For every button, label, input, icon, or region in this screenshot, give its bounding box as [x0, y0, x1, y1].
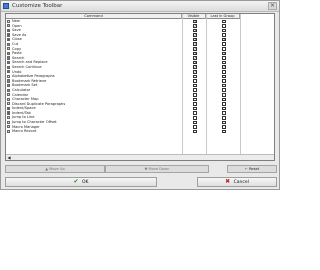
last-in-group-checkbox[interactable]: [222, 74, 226, 79]
command-label: Macro Record: [12, 129, 37, 134]
copy-icon: [7, 47, 11, 51]
undo-icon: [7, 70, 11, 74]
dialog-actions: ✔ OK ✖ Cancel: [5, 177, 277, 187]
search-continue-icon: [7, 65, 11, 69]
last-in-group-checkbox[interactable]: ✓: [222, 37, 226, 41]
visible-checkbox[interactable]: [193, 115, 197, 120]
last-in-group-checkbox[interactable]: [222, 19, 226, 24]
last-in-group-checkbox[interactable]: [222, 111, 226, 115]
visible-checkbox[interactable]: ✓: [193, 42, 197, 46]
visible-checkbox[interactable]: ✓: [193, 28, 197, 32]
jump-line-icon: [7, 116, 11, 120]
cancel-label: Cancel: [233, 180, 249, 185]
last-in-group-checkbox[interactable]: [222, 79, 226, 83]
visible-checkbox[interactable]: [193, 106, 197, 111]
last-in-group-checkbox[interactable]: [222, 47, 226, 51]
character-map-icon: [7, 97, 11, 101]
visible-checkbox[interactable]: ✓: [193, 70, 197, 74]
discard-duplicates-icon: [7, 102, 11, 106]
cancel-button[interactable]: ✖ Cancel: [197, 177, 277, 187]
jump-offset-icon: [7, 120, 11, 124]
bookmark-set-icon: [7, 83, 11, 88]
dialog-title: Customize Toolbar: [12, 3, 63, 9]
visible-checkbox[interactable]: [193, 93, 197, 97]
command-rows: New ✓ Open ✓ Save ✓ Save As ✓ Close ✓ ✓ Cut ✓ Copy ✓ Pa…: [6, 19, 274, 134]
last-in-group-checkbox[interactable]: [222, 97, 226, 102]
visible-checkbox[interactable]: ✓: [193, 37, 197, 41]
last-in-group-checkbox[interactable]: [222, 120, 226, 125]
title-bar[interactable]: Customize Toolbar ×: [1, 1, 279, 12]
last-in-group-checkbox[interactable]: [222, 88, 226, 92]
last-in-group-checkbox[interactable]: [222, 60, 226, 65]
indent-space-icon: [7, 106, 11, 111]
last-in-group-checkbox[interactable]: [222, 83, 226, 88]
cut-icon: [7, 42, 11, 46]
app-icon: [3, 3, 9, 9]
last-in-group-checkbox[interactable]: [222, 106, 226, 111]
visible-checkbox[interactable]: ✓: [193, 51, 197, 55]
alphabetize-icon: [7, 74, 11, 78]
checkmark-icon: ✔: [73, 178, 79, 185]
last-in-group-checkbox[interactable]: [222, 56, 226, 60]
last-in-group-checkbox[interactable]: [222, 93, 226, 97]
visible-checkbox[interactable]: [193, 129, 197, 134]
last-in-group-checkbox[interactable]: [222, 28, 226, 33]
new-file-icon: [7, 19, 11, 23]
horizontal-scrollbar[interactable]: ◀: [6, 154, 274, 160]
last-in-group-checkbox[interactable]: [222, 33, 226, 37]
table-row[interactable]: Macro Record: [6, 129, 274, 134]
last-in-group-checkbox[interactable]: [222, 115, 226, 120]
move-button-row: ▲ Move Up ▼ Move Down ← Reset: [5, 165, 277, 173]
open-folder-icon: [7, 24, 11, 28]
reset-label: Reset: [249, 167, 260, 171]
visible-checkbox[interactable]: ✓: [193, 33, 197, 37]
visible-checkbox[interactable]: [193, 111, 197, 115]
move-down-button[interactable]: ▼ Move Down: [105, 165, 209, 173]
move-up-button[interactable]: ▲ Move Up: [5, 165, 105, 173]
last-in-group-checkbox[interactable]: [222, 70, 226, 74]
reset-arrow-icon: ←: [244, 167, 248, 171]
close-button[interactable]: ×: [268, 2, 277, 10]
visible-checkbox[interactable]: [193, 120, 197, 125]
paste-icon: [7, 51, 11, 55]
visible-checkbox[interactable]: [193, 125, 197, 129]
visible-checkbox[interactable]: [193, 74, 197, 79]
macro-record-icon: [7, 129, 11, 134]
bookmark-retrieve-icon: [7, 79, 11, 83]
indent-tab-icon: [7, 111, 11, 115]
visible-checkbox[interactable]: ✓: [193, 24, 197, 28]
cancel-x-icon: ✖: [225, 178, 231, 185]
visible-checkbox[interactable]: ✓: [193, 19, 197, 23]
reset-button[interactable]: ← Reset: [227, 165, 277, 173]
visible-checkbox[interactable]: [193, 79, 197, 83]
save-as-icon: [7, 33, 11, 37]
macro-manager-icon: [7, 125, 11, 129]
visible-checkbox[interactable]: [193, 97, 197, 102]
visible-checkbox[interactable]: ✓: [193, 47, 197, 51]
visible-checkbox[interactable]: ✓: [193, 56, 197, 60]
search-replace-icon: [7, 60, 11, 65]
ok-button[interactable]: ✔ OK: [5, 177, 157, 187]
customize-toolbar-dialog: Customize Toolbar × Command Visible Last…: [0, 0, 280, 190]
last-in-group-checkbox[interactable]: [222, 24, 226, 28]
calculator-icon: [7, 88, 11, 92]
last-in-group-checkbox[interactable]: [222, 125, 226, 129]
last-in-group-checkbox[interactable]: [222, 42, 226, 47]
command-grid[interactable]: Command Visible Last in Group New ✓ Open ✓ S…: [5, 13, 275, 161]
last-in-group-checkbox[interactable]: [222, 129, 226, 134]
visible-checkbox[interactable]: [193, 88, 197, 92]
visible-checkbox[interactable]: ✓: [193, 65, 197, 69]
search-icon: [7, 56, 11, 60]
last-in-group-checkbox[interactable]: ✓: [222, 51, 226, 55]
last-in-group-checkbox[interactable]: [222, 102, 226, 106]
visible-checkbox[interactable]: [193, 83, 197, 88]
last-in-group-checkbox[interactable]: ✓: [222, 65, 226, 69]
visible-checkbox[interactable]: [193, 102, 197, 106]
visible-checkbox[interactable]: ✓: [193, 60, 197, 64]
calendar-icon: [7, 93, 11, 97]
save-icon: [7, 28, 11, 32]
scroll-left-icon[interactable]: ◀: [6, 155, 12, 160]
ok-label: OK: [81, 180, 89, 185]
close-doc-icon: [7, 37, 11, 42]
